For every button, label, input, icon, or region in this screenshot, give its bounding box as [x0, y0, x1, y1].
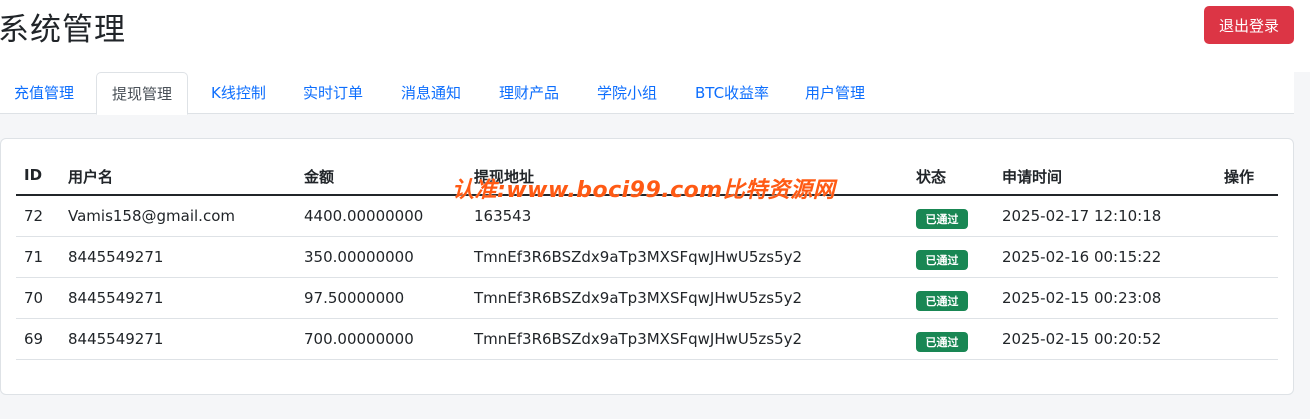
cell-time: 2025-02-17 12:10:18 [1002, 207, 1162, 225]
cell-id: 72 [24, 207, 44, 225]
col-username: 用户名 [68, 168, 114, 186]
status-badge: 已通过 [916, 250, 968, 270]
tab-messages[interactable]: 消息通知 [401, 72, 461, 114]
cell-address: TmnEf3R6BSZdx9aTp3MXSFqwJHwU5zs5y2 [474, 289, 803, 307]
nav-tabs: 充值管理 提现管理 K线控制 实时订单 消息通知 理财产品 学院小组 BTC收益… [0, 72, 1294, 115]
cell-username: Vamis158@gmail.com [68, 207, 235, 225]
cell-time: 2025-02-15 00:23:08 [1002, 289, 1162, 307]
watermark-text: 认准:www.boci99.com比特资源网 [452, 178, 836, 203]
top-bar: 系统管理 退出登录 [0, 0, 1310, 72]
cell-time: 2025-02-15 00:20:52 [1002, 330, 1162, 348]
col-id: ID [24, 166, 43, 184]
cell-amount: 4400.00000000 [304, 207, 424, 225]
table-row: 71 8445549271 350.00000000 TmnEf3R6BSZdx… [16, 237, 1278, 278]
col-time: 申请时间 [1002, 168, 1063, 186]
cell-address: 163543 [474, 207, 532, 225]
tab-withdraw[interactable]: 提现管理 [96, 72, 189, 115]
tab-kline[interactable]: K线控制 [211, 72, 266, 114]
status-badge: 已通过 [916, 332, 968, 352]
cell-address: TmnEf3R6BSZdx9aTp3MXSFqwJHwU5zs5y2 [474, 330, 803, 348]
col-actions: 操作 [1224, 168, 1255, 186]
cell-amount: 350.00000000 [304, 248, 414, 266]
tab-orders[interactable]: 实时订单 [303, 72, 363, 114]
table-row: 70 8445549271 97.50000000 TmnEf3R6BSZdx9… [16, 278, 1278, 319]
cell-amount: 700.00000000 [304, 330, 414, 348]
cell-username: 8445549271 [68, 248, 164, 266]
tab-recharge[interactable]: 充值管理 [14, 72, 74, 114]
status-badge: 已通过 [916, 209, 968, 229]
cell-time: 2025-02-16 00:15:22 [1002, 248, 1162, 266]
cell-id: 71 [24, 248, 44, 266]
cell-id: 69 [24, 330, 44, 348]
col-amount: 金额 [304, 168, 335, 186]
page: 系统管理 退出登录 充值管理 提现管理 K线控制 实时订单 消息通知 理财产品 … [0, 0, 1310, 419]
cell-amount: 97.50000000 [304, 289, 405, 307]
col-status: 状态 [916, 168, 947, 186]
page-title: 系统管理 [0, 12, 126, 48]
logout-button[interactable]: 退出登录 [1204, 6, 1294, 44]
table-row: 69 8445549271 700.00000000 TmnEf3R6BSZdx… [16, 319, 1278, 360]
cell-username: 8445549271 [68, 289, 164, 307]
cell-address: TmnEf3R6BSZdx9aTp3MXSFqwJHwU5zs5y2 [474, 248, 803, 266]
status-badge: 已通过 [916, 291, 968, 311]
tab-users[interactable]: 用户管理 [805, 72, 865, 114]
cell-id: 70 [24, 289, 44, 307]
cell-username: 8445549271 [68, 330, 164, 348]
tab-btc-rate[interactable]: BTC收益率 [695, 72, 769, 114]
tab-academy[interactable]: 学院小组 [597, 72, 657, 114]
tab-products[interactable]: 理财产品 [499, 72, 559, 114]
